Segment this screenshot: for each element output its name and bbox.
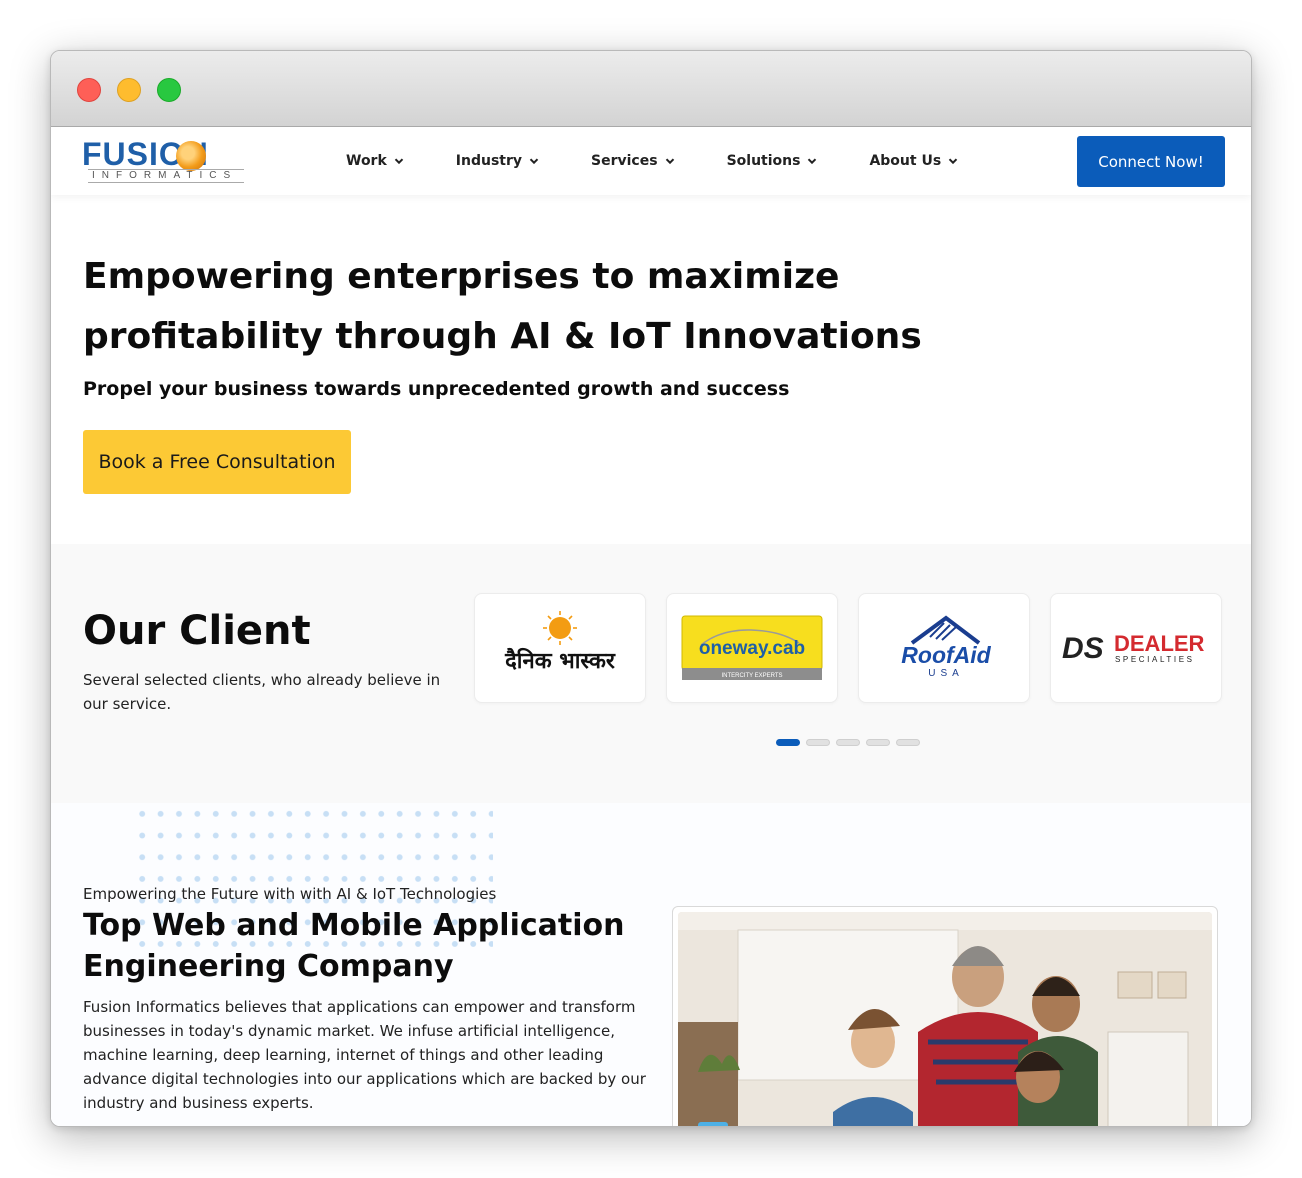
- carousel-dot[interactable]: [776, 739, 800, 746]
- logo-orb-icon: [176, 141, 206, 171]
- hero-section: Empowering enterprises to maximize profi…: [51, 195, 1251, 544]
- oneway-cab-text: oneway.cab: [699, 638, 805, 659]
- team-meeting-illustration: [678, 912, 1212, 1126]
- ds-mark: DS: [1062, 632, 1104, 665]
- roofaid-text: RoofAid: [901, 642, 991, 668]
- nav-item-label: About Us: [869, 153, 942, 169]
- carousel-dot[interactable]: [836, 739, 860, 746]
- page-viewport: FUSION INFORMATICS Work Industry Service…: [51, 127, 1251, 1126]
- book-consultation-button[interactable]: Book a Free Consultation: [83, 430, 351, 494]
- oneway-cab-logo: oneway.cab INTERCITY EXPERTS: [681, 615, 823, 680]
- nav-item-about-us[interactable]: About Us: [869, 150, 958, 172]
- team-photo: [672, 906, 1218, 1126]
- client-logo-roofaid[interactable]: RoofAid USA: [858, 593, 1030, 703]
- hero-title: Empowering enterprises to maximize profi…: [83, 256, 922, 357]
- carousel-dot[interactable]: [806, 739, 830, 746]
- clients-section: Our Client Several selected clients, who…: [51, 544, 1251, 803]
- about-section: Empowering the Future with with AI & IoT…: [51, 803, 1251, 1126]
- nav-item-industry[interactable]: Industry: [456, 150, 539, 172]
- window-titlebar: [51, 51, 1251, 127]
- logo-subtext: INFORMATICS: [88, 169, 244, 183]
- client-logo-oneway-cab[interactable]: oneway.cab INTERCITY EXPERTS: [666, 593, 838, 703]
- dealer-specialties-logo: DS DEALER SPECIALTIES: [1062, 631, 1205, 665]
- nav-item-work[interactable]: Work: [346, 150, 404, 172]
- chevron-down-icon: [394, 156, 404, 166]
- nav-item-services[interactable]: Services: [591, 150, 675, 172]
- nav-item-solutions[interactable]: Solutions: [727, 150, 818, 172]
- fusion-informatics-logo[interactable]: FUSION INFORMATICS: [82, 137, 246, 185]
- maximize-window-button[interactable]: [157, 78, 181, 102]
- clients-heading: Our Client: [83, 608, 311, 654]
- carousel-pagination: [776, 739, 920, 746]
- nav-item-label: Solutions: [726, 153, 801, 169]
- about-heading: Top Web and Mobile Application Engineeri…: [83, 908, 625, 984]
- chevron-down-icon: [529, 156, 539, 166]
- clients-description: Several selected clients, who already be…: [83, 671, 441, 713]
- nav-item-label: Services: [591, 153, 658, 169]
- about-body: Fusion Informatics believes that applica…: [83, 998, 646, 1112]
- client-logo-dealer-specialties[interactable]: DS DEALER SPECIALTIES: [1050, 593, 1222, 703]
- chevron-down-icon: [948, 156, 958, 166]
- minimize-window-button[interactable]: [117, 78, 141, 102]
- team-photo-illustration: [678, 912, 1212, 1126]
- roofaid-tagline: USA: [928, 668, 964, 679]
- connect-now-button[interactable]: Connect Now!: [1077, 136, 1225, 187]
- roofaid-logo: RoofAid USA: [901, 615, 992, 679]
- oneway-cab-tagline: INTERCITY EXPERTS: [721, 673, 782, 679]
- carousel-dot[interactable]: [866, 739, 890, 746]
- nav-item-label: Work: [346, 153, 387, 169]
- chevron-down-icon: [665, 156, 675, 166]
- site-header: FUSION INFORMATICS Work Industry Service…: [51, 127, 1251, 195]
- dainik-bhaskar-logo: दैनिक भास्कर: [504, 611, 616, 674]
- about-eyebrow: Empowering the Future with with AI & IoT…: [83, 885, 497, 903]
- dainik-bhaskar-text: दैनिक भास्कर: [504, 647, 616, 674]
- chevron-down-icon: [807, 156, 817, 166]
- specialties-text: SPECIALTIES: [1115, 655, 1195, 664]
- carousel-dot[interactable]: [896, 739, 920, 746]
- dealer-text: DEALER: [1114, 631, 1205, 656]
- nav-item-label: Industry: [455, 153, 523, 169]
- hero-subtitle: Propel your business towards unprecedent…: [83, 378, 790, 400]
- main-nav: Work Industry Services Solutions About U…: [346, 150, 1010, 172]
- close-window-button[interactable]: [77, 78, 101, 102]
- client-logo-dainik-bhaskar[interactable]: दैनिक भास्कर: [474, 593, 646, 703]
- browser-window: FUSION INFORMATICS Work Industry Service…: [50, 50, 1252, 1127]
